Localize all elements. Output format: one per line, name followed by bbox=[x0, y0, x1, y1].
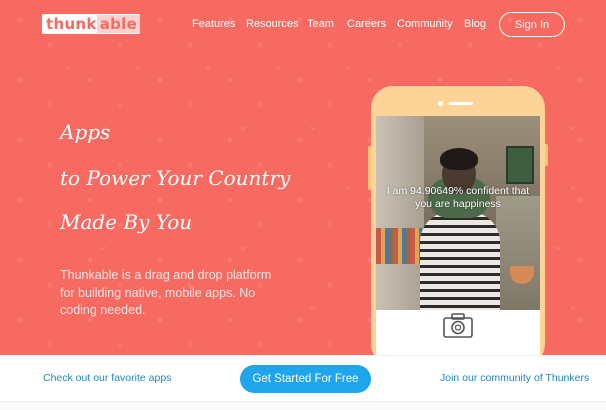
pattern-chevron: ⌄ bbox=[342, 58, 354, 74]
hero-tagline: Thunkable is a drag and drop platform fo… bbox=[60, 268, 272, 317]
phone-speaker bbox=[449, 102, 473, 105]
nav-link-team[interactable]: Team bbox=[307, 18, 334, 30]
nav-link-community[interactable]: Community bbox=[397, 18, 453, 30]
emotion-overlay-text: I am 94.90649% confident that you are ha… bbox=[376, 185, 540, 212]
pattern-chevron: ⌄ bbox=[307, 298, 319, 314]
phone-screen-photo bbox=[376, 116, 540, 310]
nav-link-blog[interactable]: Blog bbox=[464, 18, 486, 30]
pattern-chevron: ⌄ bbox=[132, 58, 144, 74]
pattern-chevron: ⌄ bbox=[552, 238, 564, 254]
pattern-chevron: ⌄ bbox=[307, 118, 319, 134]
pattern-chevron: ⌄ bbox=[567, 298, 579, 314]
headline-line-1: Apps bbox=[60, 120, 111, 144]
sign-in-button[interactable]: Sign In bbox=[499, 12, 565, 37]
favorite-apps-link[interactable]: Check out our favorite apps bbox=[43, 372, 171, 384]
phone-front-camera bbox=[438, 101, 443, 106]
photo-background-wall bbox=[376, 116, 424, 310]
nav-link-resources[interactable]: Resources bbox=[246, 18, 299, 30]
person-shirt bbox=[420, 212, 500, 310]
pattern-chevron: ⌄ bbox=[567, 118, 579, 134]
pattern-chevron: ⌄ bbox=[552, 58, 564, 74]
get-started-button[interactable]: Get Started For Free bbox=[240, 365, 371, 393]
nav-link-features[interactable]: Features bbox=[192, 18, 235, 30]
pattern-chevron: ⌄ bbox=[97, 238, 109, 254]
bottom-cta-bar: Check out our favorite apps Get Started … bbox=[0, 355, 606, 401]
photo-background-wall bbox=[496, 196, 540, 310]
page-bottom-edge bbox=[0, 401, 606, 410]
hero-section: ⌄ ⌄ ⌄ ⌄ ⌄ ⌄ ⌄ ⌄ ⌄ ⌄ ⌄ ⌄ ⌄ ⌄ ⌄ ⌄ ⌄ ⌄ ⌄ ⌄ … bbox=[0, 0, 606, 355]
phone-side-button bbox=[368, 146, 371, 190]
thunkable-logo[interactable]: thunk able bbox=[42, 14, 141, 34]
pattern-chevron: ⌄ bbox=[342, 178, 354, 194]
logo-text-main: thunk bbox=[46, 15, 97, 33]
emotion-overlay-line-1: I am 94.90649% confident that bbox=[386, 185, 530, 197]
logo-text-tail: able bbox=[96, 15, 141, 33]
pattern-chevron: ⌄ bbox=[237, 118, 249, 134]
join-community-link[interactable]: Join our community of Thunkers bbox=[440, 372, 589, 384]
emotion-overlay-line-2: you are happiness bbox=[415, 198, 501, 211]
headline-line-2: to Power Your Country bbox=[60, 166, 291, 190]
person-hair bbox=[440, 148, 478, 170]
pattern-chevron: ⌄ bbox=[62, 58, 74, 74]
camera-icon[interactable] bbox=[442, 312, 474, 345]
phone-side-button bbox=[545, 144, 548, 166]
pattern-chevron: ⌄ bbox=[237, 238, 249, 254]
pattern-chevron: ⌄ bbox=[202, 58, 214, 74]
headline-line-3: Made By You bbox=[60, 210, 193, 234]
pattern-chevron: ⌄ bbox=[567, 178, 579, 194]
photo-picture-frame bbox=[506, 146, 534, 184]
nav-link-careers[interactable]: Careers bbox=[347, 18, 386, 30]
pattern-chevron: ⌄ bbox=[272, 58, 284, 74]
